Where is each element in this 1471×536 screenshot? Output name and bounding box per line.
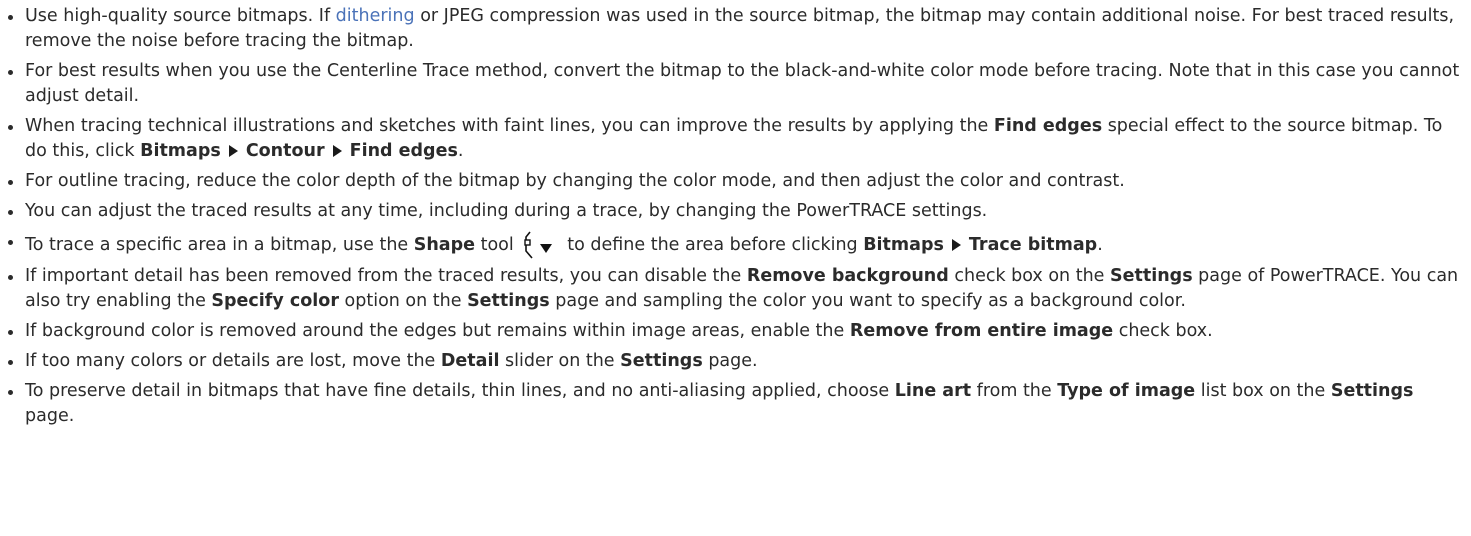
text: To preserve detail in bitmaps that have …	[25, 381, 895, 401]
menu-find-edges: Find edges	[349, 141, 458, 161]
bold-term: Remove from entire image	[849, 321, 1114, 341]
list-item: Use high-quality source bitmaps. If dith…	[0, 4, 1465, 54]
tips-list: Use high-quality source bitmaps. If dith…	[0, 4, 1465, 434]
list-item: If too many colors or details are lost, …	[0, 349, 1465, 374]
bold-term: Type of image	[1057, 381, 1196, 401]
text: If too many colors or details are lost, …	[25, 351, 441, 371]
list-item: For best results when you use the Center…	[0, 59, 1465, 109]
list-item: To trace a specific area in a bitmap, us…	[0, 229, 1465, 259]
dithering-link[interactable]: dithering	[336, 6, 415, 26]
text: check box.	[1113, 321, 1213, 341]
bold-term: Settings	[620, 351, 703, 371]
text: You can adjust the traced results at any…	[25, 201, 988, 221]
menu-bitmaps: Bitmaps	[140, 141, 221, 161]
list-item: When tracing technical illustrations and…	[0, 114, 1465, 164]
text: Use high-quality source bitmaps. If	[25, 6, 336, 26]
text: .	[1097, 235, 1103, 255]
menu-bitmaps: Bitmaps	[863, 235, 944, 255]
text: For outline tracing, reduce the color de…	[25, 171, 1125, 191]
text: To trace a specific area in a bitmap, us…	[25, 235, 414, 255]
bold-term: Shape	[413, 235, 476, 255]
text: tool	[475, 235, 514, 255]
menu-arrow-icon	[228, 145, 238, 157]
text: check box on the	[948, 266, 1110, 286]
text: If background color is removed around th…	[25, 321, 850, 341]
text: list box on the	[1195, 381, 1331, 401]
text: option on the	[338, 291, 468, 311]
bold-term: Specify color	[211, 291, 339, 311]
shape-tool-icon	[522, 229, 556, 259]
text: to define the area before clicking	[561, 235, 864, 255]
bold-term: Settings	[1110, 266, 1193, 286]
list-item: If important detail has been removed fro…	[0, 264, 1465, 314]
text: page and sampling the color you want to …	[549, 291, 1186, 311]
text: slider on the	[499, 351, 621, 371]
bold-term: Settings	[467, 291, 550, 311]
text: page.	[702, 351, 758, 371]
list-item: You can adjust the traced results at any…	[0, 199, 1465, 224]
document-page: Use high-quality source bitmaps. If dith…	[0, 0, 1471, 536]
text: If important detail has been removed fro…	[25, 266, 747, 286]
list-item: If background color is removed around th…	[0, 319, 1465, 344]
text: .	[457, 141, 464, 161]
bold-term: Find edges	[993, 116, 1103, 136]
text: For best results when you use the Center…	[25, 61, 1460, 106]
menu-contour: Contour	[245, 141, 325, 161]
menu-arrow-icon	[332, 145, 342, 157]
bold-term: Settings	[1330, 381, 1414, 401]
bold-term: Detail	[440, 351, 500, 371]
menu-arrow-icon	[951, 239, 961, 251]
text: When tracing technical illustrations and…	[25, 116, 994, 136]
bold-term: Remove background	[746, 266, 949, 286]
text: from the	[971, 381, 1058, 401]
text: page.	[25, 406, 75, 426]
bold-term: Line art	[894, 381, 972, 401]
menu-trace-bitmap: Trace bitmap	[968, 235, 1098, 255]
list-item: To preserve detail in bitmaps that have …	[0, 379, 1465, 429]
list-item: For outline tracing, reduce the color de…	[0, 169, 1465, 194]
